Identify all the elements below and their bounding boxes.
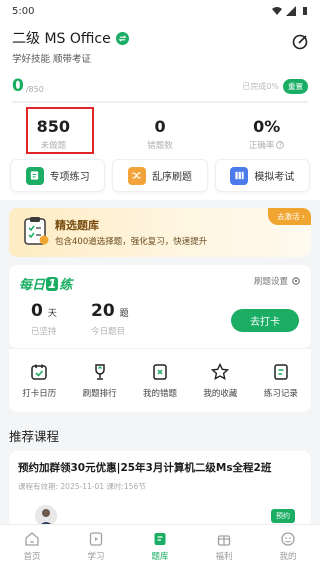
- today-block: 20 题 今日题目: [91, 301, 129, 337]
- practice-settings-button[interactable]: 刷题设置: [254, 275, 301, 287]
- gift-icon: [217, 535, 231, 546]
- home-icon: [25, 532, 39, 546]
- quick-favorites[interactable]: 我的收藏: [190, 349, 250, 412]
- today-value: 20: [91, 301, 115, 321]
- quick-actions: 打卡日历 刷题排行 我的错题 我的收藏 练习记录: [9, 348, 311, 412]
- shuffle-icon: [127, 166, 146, 185]
- settings-label: 刷题设置: [253, 277, 288, 287]
- tab-label: 学习: [87, 552, 105, 562]
- help-icon[interactable]: ?: [276, 141, 285, 149]
- progress-percent: 已完成0%: [242, 81, 279, 91]
- stat-label: 错题数: [147, 141, 173, 151]
- logo-text: 每日: [19, 278, 46, 293]
- streak-unit: 天: [47, 309, 57, 319]
- quick-label: 练习记录: [263, 389, 298, 399]
- activate-button[interactable]: 去激活 ›: [268, 208, 311, 225]
- tab-label: 题库: [151, 552, 169, 562]
- tab-home[interactable]: 首页: [0, 525, 64, 568]
- daily-practice-card: 每日 1 练 刷题设置 0天 已坚持 20 题 今日题目 去打卡: [9, 265, 311, 348]
- reserve-tag: 预约: [271, 509, 295, 523]
- tab-label: 我的: [279, 552, 297, 562]
- trophy-icon: [94, 364, 105, 380]
- today-unit: 题: [119, 309, 129, 319]
- course-meta: 课程有效期: 2025-11-01 课时:156节: [18, 482, 146, 491]
- tab-study[interactable]: 学习: [64, 525, 128, 568]
- status-bar: 5:00: [0, 0, 320, 22]
- recommend-section-title: 推荐课程: [9, 429, 60, 444]
- streak-value: 0: [31, 301, 43, 321]
- daily-practice-logo: 每日 1 练: [19, 274, 72, 293]
- wifi-icon: [272, 7, 282, 15]
- tab-label: 首页: [23, 552, 41, 562]
- today-label: 今日题目: [91, 327, 126, 337]
- quick-ranking[interactable]: 刷题排行: [69, 349, 129, 412]
- calendar-icon: [31, 364, 47, 380]
- mode-practice-button[interactable]: 专项练习: [10, 159, 106, 192]
- stat-label: 正确率: [248, 141, 275, 151]
- header: 二级 MS Office 学好技能 顺带考证 0 /850 已完成0% 重置: [0, 22, 320, 103]
- mode-mock-exam-button[interactable]: 模拟考试: [214, 159, 310, 192]
- quick-records[interactable]: 练习记录: [251, 349, 311, 412]
- streak-block: 0天 已坚持: [31, 301, 57, 337]
- tab-label: 福利: [215, 552, 233, 562]
- question-bank-banner[interactable]: 精选题库 包含400道选择题，强化复习，快速提升 去激活 ›: [9, 208, 311, 257]
- banner-description: 包含400道选择题，强化复习，快速提升: [55, 237, 208, 247]
- tab-profile[interactable]: 我的: [256, 525, 320, 568]
- record-icon: [274, 364, 288, 380]
- quick-label: 刷题排行: [82, 389, 117, 399]
- stat-label-wrap: 正确率 ?: [249, 139, 285, 151]
- stat-value: 0: [154, 117, 166, 136]
- reset-button[interactable]: 重置: [283, 78, 308, 94]
- mode-label: 专项练习: [49, 172, 90, 183]
- quick-label: 我的收藏: [203, 389, 238, 399]
- quick-label: 我的错题: [143, 389, 178, 399]
- practice-icon: [25, 166, 44, 185]
- logo-text: 练: [59, 278, 73, 293]
- quick-wrong-questions[interactable]: 我的错题: [130, 349, 190, 412]
- battery-icon: [303, 7, 307, 15]
- checkin-button[interactable]: 去打卡: [231, 309, 299, 332]
- logo-number: 1: [46, 276, 59, 291]
- course-title: 预约加群领30元优惠|25年3月计算机二级Ms全程2班: [18, 462, 272, 474]
- stat-value: 0%: [253, 117, 281, 136]
- clipboard-icon: [24, 217, 49, 245]
- progress-total: /850: [25, 84, 44, 94]
- study-icon: [89, 532, 103, 546]
- star-icon: [211, 362, 230, 380]
- profile-icon: [281, 532, 295, 546]
- wrong-book-icon: [153, 364, 167, 380]
- quick-calendar[interactable]: 打卡日历: [9, 349, 69, 412]
- signal-icon: [286, 6, 296, 16]
- title-row: 二级 MS Office: [12, 28, 308, 48]
- tab-question-bank[interactable]: 题库: [128, 525, 192, 568]
- quick-label: 打卡日历: [22, 389, 57, 399]
- status-time: 5:00: [12, 5, 35, 17]
- bottom-tab-bar: 首页 学习 题库 福利 我的: [0, 524, 320, 568]
- mode-buttons: 专项练习 乱序刷题 模拟考试: [0, 159, 320, 200]
- question-bank-icon: [154, 533, 166, 545]
- stat-wrong[interactable]: 0 错题数: [107, 117, 214, 151]
- stat-accuracy[interactable]: 0% 正确率 ?: [213, 117, 320, 151]
- progress-done: 0: [12, 76, 24, 96]
- mode-label: 模拟考试: [254, 172, 295, 183]
- banner-title: 精选题库: [55, 219, 99, 232]
- tab-benefits[interactable]: 福利: [192, 525, 256, 568]
- progress-row: 0 /850 已完成0% 重置: [12, 75, 308, 97]
- streak-label: 已坚持: [31, 327, 57, 337]
- subject-title[interactable]: 二级 MS Office: [12, 28, 111, 48]
- subject-subtitle: 学好技能 顺带考证: [12, 54, 92, 65]
- mode-shuffle-button[interactable]: 乱序刷题: [112, 159, 208, 192]
- books-icon: [230, 166, 249, 185]
- gear-icon: [292, 277, 300, 285]
- highlight-box: [26, 107, 94, 154]
- switch-subject-icon[interactable]: [115, 31, 129, 45]
- edit-icon[interactable]: [290, 32, 310, 52]
- mode-label: 乱序刷题: [151, 172, 192, 183]
- progress-bar: [12, 101, 308, 103]
- status-icons: [272, 6, 310, 16]
